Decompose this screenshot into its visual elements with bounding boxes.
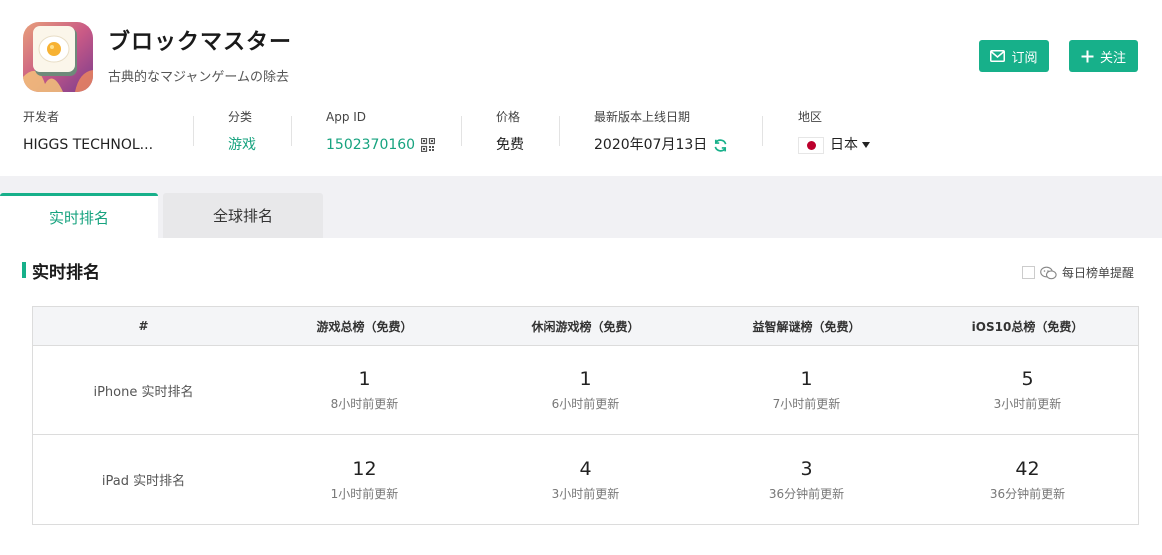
region-label: 地区	[798, 110, 823, 124]
category-label: 分类	[228, 110, 253, 124]
plus-icon	[1081, 50, 1094, 63]
rank-number: 1	[579, 368, 592, 390]
caret-down-icon	[862, 142, 870, 148]
rank-updated: 3小时前更新	[551, 486, 620, 501]
rank-cell: 3 36分钟前更新	[696, 435, 917, 524]
rank-updated: 8小时前更新	[330, 397, 399, 411]
rank-updated: 7小时前更新	[772, 397, 841, 411]
rank-updated: 6小时前更新	[551, 397, 620, 411]
qr-code-icon[interactable]	[421, 138, 436, 152]
column-header: 益智解谜榜（免费）	[752, 319, 861, 334]
mail-icon	[990, 50, 1006, 62]
divider	[291, 116, 292, 146]
divider	[193, 116, 194, 146]
reminder-label: 每日榜单提醒	[1062, 266, 1135, 280]
rank-number: 5	[1021, 368, 1034, 390]
rank-number: 1	[358, 368, 371, 390]
subscribe-label: 订阅	[1011, 50, 1038, 66]
rank-cell: 42 36分钟前更新	[917, 435, 1138, 524]
appid-info: App ID 1502370160	[326, 108, 436, 155]
tab-global-ranking[interactable]: 全球排名	[163, 193, 323, 238]
release-value-row: 2020年07月13日	[594, 135, 728, 155]
tab-realtime-ranking[interactable]: 实时排名	[0, 193, 158, 238]
rank-number: 4	[579, 457, 592, 480]
price-value: 免费	[496, 137, 524, 153]
table-row: iPad 实时排名 12 1小时前更新 4 3小时前更新 3 36分钟前更新 42 36…	[33, 435, 1138, 524]
release-date: 2020年07月13日	[594, 137, 708, 153]
section-title: 实时排名	[32, 263, 100, 283]
region-select[interactable]: 日本	[798, 135, 870, 155]
region-value: 日本	[830, 137, 858, 153]
reminder-checkbox[interactable]	[1022, 266, 1035, 279]
column-header: 游戏总榜（免费）	[316, 319, 413, 334]
table-header-row: # 游戏总榜（免费） 休闲游戏榜（免费） 益智解谜榜（免费） iOS10总榜（免…	[33, 307, 1138, 346]
tab-bar: 实时排名 全球排名	[0, 176, 1162, 238]
app-title: ブロックマスター	[108, 30, 293, 55]
rank-number: 1	[800, 368, 813, 390]
developer-label: 开发者	[23, 110, 60, 124]
appid-value[interactable]: 1502370160	[326, 135, 415, 155]
rank-updated: 36分钟前更新	[768, 486, 845, 501]
rank-cell: 4 3小时前更新	[475, 435, 696, 524]
rank-cell: 1 8小时前更新	[254, 346, 475, 434]
app-icon	[23, 22, 93, 92]
price-info: 价格 免费	[496, 108, 524, 155]
rank-cell: 1 7小时前更新	[696, 346, 917, 434]
column-header: iOS10总榜（免费）	[971, 319, 1084, 334]
region-info: 地区 日本	[798, 108, 870, 155]
app-subtitle: 古典的なマジャンゲームの除去	[108, 70, 289, 85]
rank-number: 42	[1015, 457, 1040, 480]
appid-value-row: 1502370160	[326, 135, 436, 155]
divider	[559, 116, 560, 146]
rank-cell: 12 1小时前更新	[254, 435, 475, 524]
ranking-table: # 游戏总榜（免费） 休闲游戏榜（免费） 益智解谜榜（免费） iOS10总榜（免…	[32, 306, 1139, 525]
follow-label: 关注	[1099, 50, 1126, 66]
japan-flag-icon	[798, 136, 824, 154]
column-header: 休闲游戏榜（免费）	[531, 319, 640, 334]
section-accent-bar	[22, 262, 26, 278]
row-label: iPad 实时排名	[101, 474, 186, 489]
row-label-cell: iPhone 实时排名	[33, 346, 254, 434]
category-link[interactable]: 游戏	[228, 135, 256, 155]
developer-value[interactable]: HIGGS TECHNOL...	[23, 135, 153, 155]
rank-updated: 1小时前更新	[330, 486, 399, 501]
rank-cell: 5 3小时前更新	[917, 346, 1138, 434]
release-label: 最新版本上线日期	[594, 110, 691, 124]
rank-cell: 1 6小时前更新	[475, 346, 696, 434]
follow-button[interactable]: 关注	[1069, 40, 1138, 72]
rank-number: 12	[352, 457, 377, 480]
refresh-icon[interactable]	[713, 138, 728, 153]
daily-reminder-toggle[interactable]: 每日榜单提醒	[1022, 264, 1134, 281]
developer-info: 开发者 HIGGS TECHNOL...	[23, 108, 153, 155]
rank-number: 3	[800, 457, 813, 480]
price-label: 价格	[496, 110, 521, 124]
category-info: 分类 游戏	[228, 108, 256, 155]
appid-label: App ID	[326, 110, 367, 124]
subscribe-button[interactable]: 订阅	[979, 40, 1049, 72]
rank-updated: 36分钟前更新	[989, 486, 1066, 501]
release-info: 最新版本上线日期 2020年07月13日	[594, 108, 728, 155]
row-label-cell: iPad 实时排名	[33, 435, 254, 524]
row-label: iPhone 实时排名	[93, 384, 194, 400]
rank-updated: 3小时前更新	[993, 397, 1062, 411]
divider	[762, 116, 763, 146]
wechat-icon	[1040, 266, 1057, 280]
table-row: iPhone 实时排名 1 8小时前更新 1 6小时前更新 1 7小时前更新 5 3小时…	[33, 346, 1138, 435]
column-header: #	[138, 319, 149, 333]
divider	[461, 116, 462, 146]
